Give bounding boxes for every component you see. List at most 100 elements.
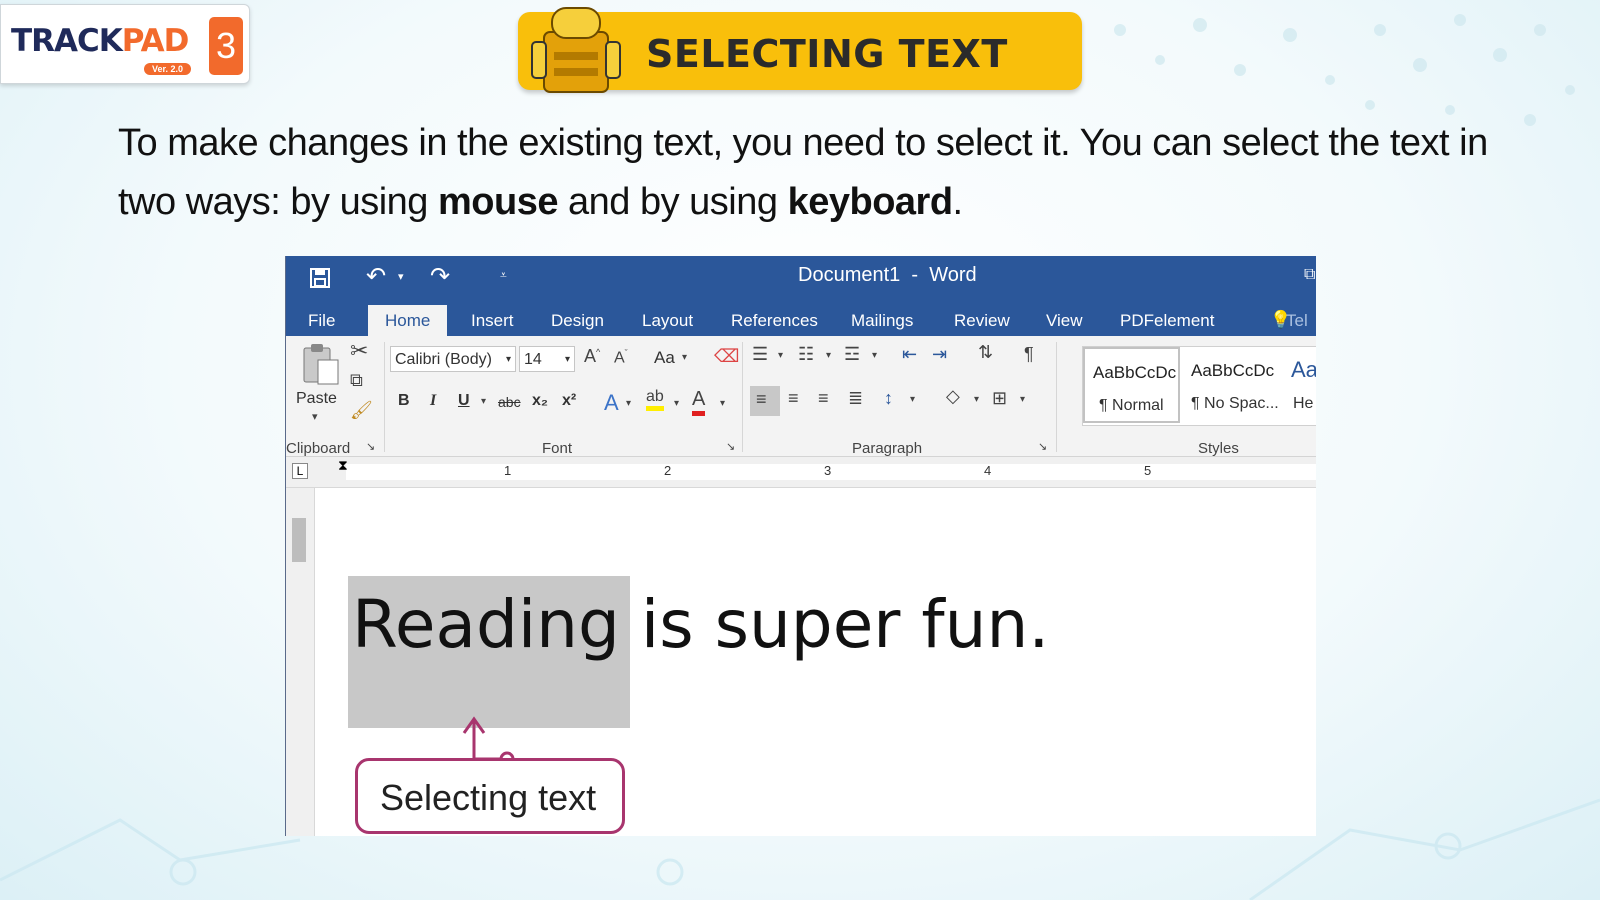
style-name: ¶ Normal bbox=[1099, 397, 1164, 414]
paste-icon[interactable] bbox=[300, 342, 342, 388]
strikethrough-button[interactable]: abc bbox=[498, 394, 521, 410]
style-sample: Aa bbox=[1291, 357, 1316, 382]
intro-text-2: and by using bbox=[557, 181, 788, 223]
style-normal[interactable]: AaBbCcDc ¶ Normal bbox=[1083, 347, 1180, 423]
separator bbox=[384, 342, 385, 452]
tab-insert[interactable]: Insert bbox=[454, 305, 531, 336]
font-launcher-icon[interactable]: ↘ bbox=[726, 440, 735, 453]
vertical-ruler-margin bbox=[292, 518, 306, 562]
text-effects-dropdown-icon[interactable]: ▾ bbox=[626, 398, 631, 409]
change-case-button[interactable]: Aa bbox=[654, 348, 675, 368]
clipboard-group-label: Clipboard bbox=[286, 440, 351, 457]
logo-brand-main: TRACK bbox=[11, 23, 123, 59]
undo-icon[interactable]: ↶ bbox=[366, 262, 386, 291]
decrease-indent-icon[interactable]: ⇤ bbox=[902, 344, 917, 365]
paragraph-launcher-icon[interactable]: ↘ bbox=[1038, 440, 1047, 453]
highlight-dropdown-icon[interactable]: ▾ bbox=[674, 398, 679, 409]
font-name-combo[interactable]: Calibri (Body) ▾ bbox=[390, 346, 516, 372]
sort-icon[interactable]: ⇅ bbox=[978, 342, 993, 363]
tab-layout[interactable]: Layout bbox=[625, 305, 710, 336]
bullets-icon[interactable]: ☰ bbox=[752, 344, 768, 365]
shrink-font-icon[interactable]: Aˇ bbox=[614, 348, 628, 367]
tab-view[interactable]: View bbox=[1029, 305, 1100, 336]
borders-icon[interactable]: ⊞ bbox=[992, 388, 1007, 409]
superscript-button[interactable]: x² bbox=[562, 392, 576, 410]
underline-dropdown-icon[interactable]: ▾ bbox=[481, 396, 486, 407]
intro-text-3: . bbox=[952, 181, 964, 223]
style-heading[interactable]: Aa He bbox=[1283, 347, 1316, 423]
tab-mailings[interactable]: Mailings bbox=[834, 305, 930, 336]
line-spacing-dropdown-icon[interactable]: ▾ bbox=[910, 394, 915, 405]
align-right-icon[interactable]: ≡ bbox=[818, 388, 829, 409]
tab-references[interactable]: References bbox=[714, 305, 835, 336]
copy-icon[interactable]: ⧉ bbox=[350, 370, 363, 391]
save-icon[interactable] bbox=[310, 268, 330, 288]
change-case-dropdown-icon[interactable]: ▾ bbox=[682, 352, 687, 363]
italic-button[interactable]: I bbox=[430, 392, 436, 410]
font-size-combo[interactable]: 14 ▾ bbox=[519, 346, 575, 372]
subscript-button[interactable]: x₂ bbox=[532, 392, 548, 410]
document-text[interactable]: Reading is super fun. bbox=[352, 586, 1049, 663]
line-spacing-icon[interactable]: ↕ bbox=[884, 388, 893, 409]
tab-design[interactable]: Design bbox=[534, 305, 621, 336]
separator bbox=[742, 342, 743, 452]
style-no-spacing[interactable]: AaBbCcDc ¶ No Spac... bbox=[1183, 347, 1280, 423]
bold-button[interactable]: B bbox=[398, 392, 410, 410]
clear-formatting-icon[interactable]: ⌫ bbox=[714, 346, 739, 367]
multilevel-dropdown-icon[interactable]: ▾ bbox=[872, 350, 877, 361]
tab-review[interactable]: Review bbox=[937, 305, 1027, 336]
title-bar: ↶ ▾ ↷ ⩡ Document1 - Word ⧉ bbox=[286, 256, 1316, 300]
align-left-button[interactable]: ≡ bbox=[750, 386, 780, 416]
paragraph-group-label: Paragraph bbox=[852, 440, 923, 457]
bullets-dropdown-icon[interactable]: ▾ bbox=[778, 350, 783, 361]
justify-icon[interactable]: ≣ bbox=[848, 388, 863, 409]
paste-dropdown-icon[interactable]: ▾ bbox=[312, 410, 318, 423]
ruler-number: 2 bbox=[664, 463, 672, 478]
borders-dropdown-icon[interactable]: ▾ bbox=[1020, 394, 1025, 405]
tab-pdfelement[interactable]: PDFelement bbox=[1103, 305, 1231, 336]
indent-marker-icon[interactable]: ⧗ bbox=[338, 457, 348, 474]
ribbon-display-icon[interactable]: ⧉ bbox=[1304, 266, 1315, 284]
shading-dropdown-icon[interactable]: ▾ bbox=[974, 394, 979, 405]
tab-file[interactable]: File bbox=[291, 305, 352, 336]
align-center-icon[interactable]: ≡ bbox=[788, 388, 799, 409]
multilevel-list-icon[interactable]: ☲ bbox=[844, 344, 860, 365]
cut-icon[interactable]: ✂ bbox=[350, 338, 368, 364]
shading-icon[interactable]: ◇ bbox=[946, 386, 960, 407]
page-title: SELECTING TEXT bbox=[646, 32, 1008, 76]
tab-selector-icon[interactable]: L bbox=[292, 463, 308, 479]
styles-group-label: Styles bbox=[1198, 440, 1239, 457]
align-left-icon: ≡ bbox=[756, 389, 767, 409]
separator bbox=[1056, 342, 1057, 452]
numbering-icon[interactable]: ☷ bbox=[798, 344, 814, 365]
ruler-number: 4 bbox=[984, 463, 992, 478]
show-formatting-icon[interactable]: ¶ bbox=[1024, 344, 1034, 365]
paste-button[interactable]: Paste bbox=[296, 390, 337, 408]
vertical-ruler[interactable] bbox=[286, 488, 315, 836]
font-color-dropdown-icon[interactable]: ▾ bbox=[720, 398, 725, 409]
document-title: Document1 - Word bbox=[798, 264, 977, 286]
underline-button[interactable]: U bbox=[458, 392, 470, 410]
highlight-color-icon[interactable]: ab bbox=[646, 388, 664, 411]
tab-home[interactable]: Home bbox=[368, 305, 448, 336]
redo-icon[interactable]: ↷ bbox=[430, 262, 450, 291]
selected-word[interactable]: Reading bbox=[352, 586, 620, 663]
horizontal-ruler[interactable]: L ⧗ 1 2 3 4 5 bbox=[286, 457, 1316, 488]
unselected-text[interactable]: is super fun. bbox=[620, 586, 1049, 663]
logo-wordmark: TRACKPAD bbox=[11, 23, 190, 59]
callout-box: Selecting text bbox=[355, 758, 625, 834]
logo-brand-accent: PAD bbox=[121, 23, 190, 59]
robot-mascot-icon bbox=[531, 7, 621, 93]
tab-tell-me[interactable]: Tel bbox=[1266, 305, 1316, 336]
clipboard-launcher-icon[interactable]: ↘ bbox=[366, 440, 375, 453]
style-name: He bbox=[1293, 395, 1314, 412]
intro-bold-mouse: mouse bbox=[437, 181, 558, 223]
undo-dropdown-icon[interactable]: ▾ bbox=[398, 270, 404, 283]
increase-indent-icon[interactable]: ⇥ bbox=[932, 344, 947, 365]
text-effects-icon[interactable]: A bbox=[604, 390, 619, 416]
grow-font-icon[interactable]: A^ bbox=[584, 346, 600, 367]
font-color-icon[interactable]: A bbox=[692, 388, 706, 416]
numbering-dropdown-icon[interactable]: ▾ bbox=[826, 350, 831, 361]
customize-toolbar-icon[interactable]: ⩡ bbox=[500, 268, 507, 283]
format-painter-icon[interactable]: 🖌 bbox=[350, 400, 373, 421]
